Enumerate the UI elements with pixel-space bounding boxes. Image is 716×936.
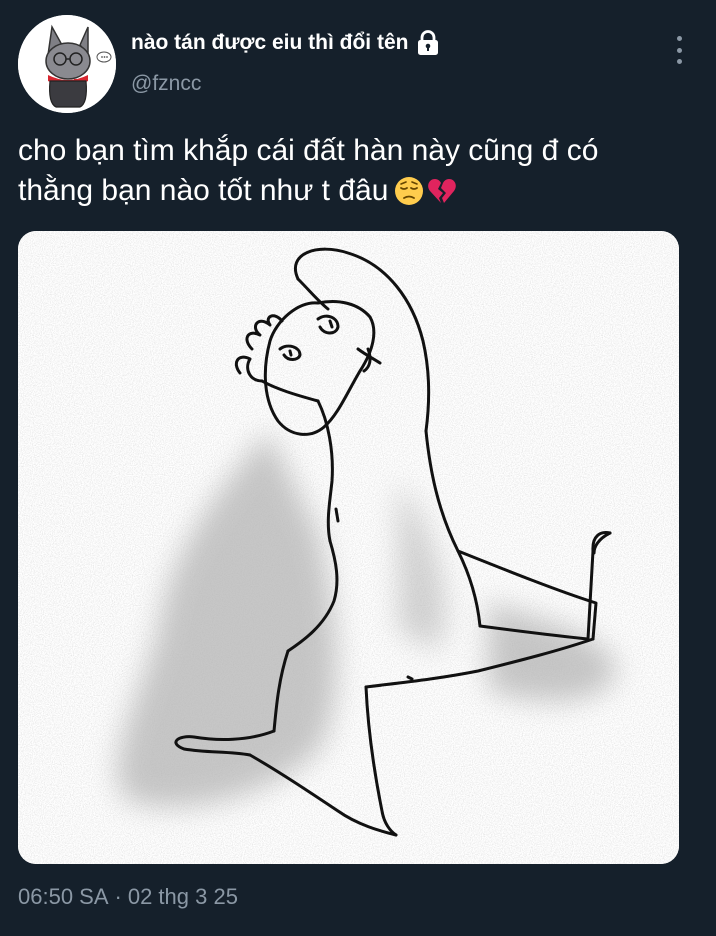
more-vertical-icon-dot: [676, 59, 682, 64]
author-handle[interactable]: @fzncc: [131, 72, 201, 96]
cat-avatar-icon: [18, 15, 116, 113]
tweet-text: cho bạn tìm khắp cái đất hàn này cũng đ …: [18, 131, 698, 217]
tweet-media-image[interactable]: [18, 231, 679, 864]
tweet: nào tán được eiu thì đổi tên @fzncc cho …: [0, 0, 716, 936]
author-avatar[interactable]: [18, 15, 116, 113]
author-display-name[interactable]: nào tán được eiu thì đổi tên: [131, 31, 408, 55]
tweet-text-line-1: cho bạn tìm khắp cái đất hàn này cũng đ …: [18, 134, 599, 167]
author-name-row: nào tán được eiu thì đổi tên: [131, 30, 440, 56]
lock-icon: [416, 30, 440, 56]
tweet-date[interactable]: 02 thg 3 25: [128, 884, 238, 909]
more-vertical-icon-dot: [676, 47, 682, 53]
tweet-text-line-2: thằng bạn nào tốt như t đâu: [18, 174, 389, 207]
dancing-figure-drawing: [18, 231, 679, 864]
broken-heart-icon: [426, 176, 458, 217]
tweet-meta: 06:50 SA · 02 thg 3 25: [18, 884, 238, 910]
meta-separator: ·: [114, 884, 122, 909]
more-options-button[interactable]: [667, 36, 691, 64]
pensive-face-icon: [394, 176, 424, 217]
more-vertical-icon: [676, 36, 682, 41]
tweet-time[interactable]: 06:50 SA: [18, 884, 109, 909]
tweet-text-line-2-wrap: thằng bạn nào tốt như t đâu: [18, 171, 698, 217]
